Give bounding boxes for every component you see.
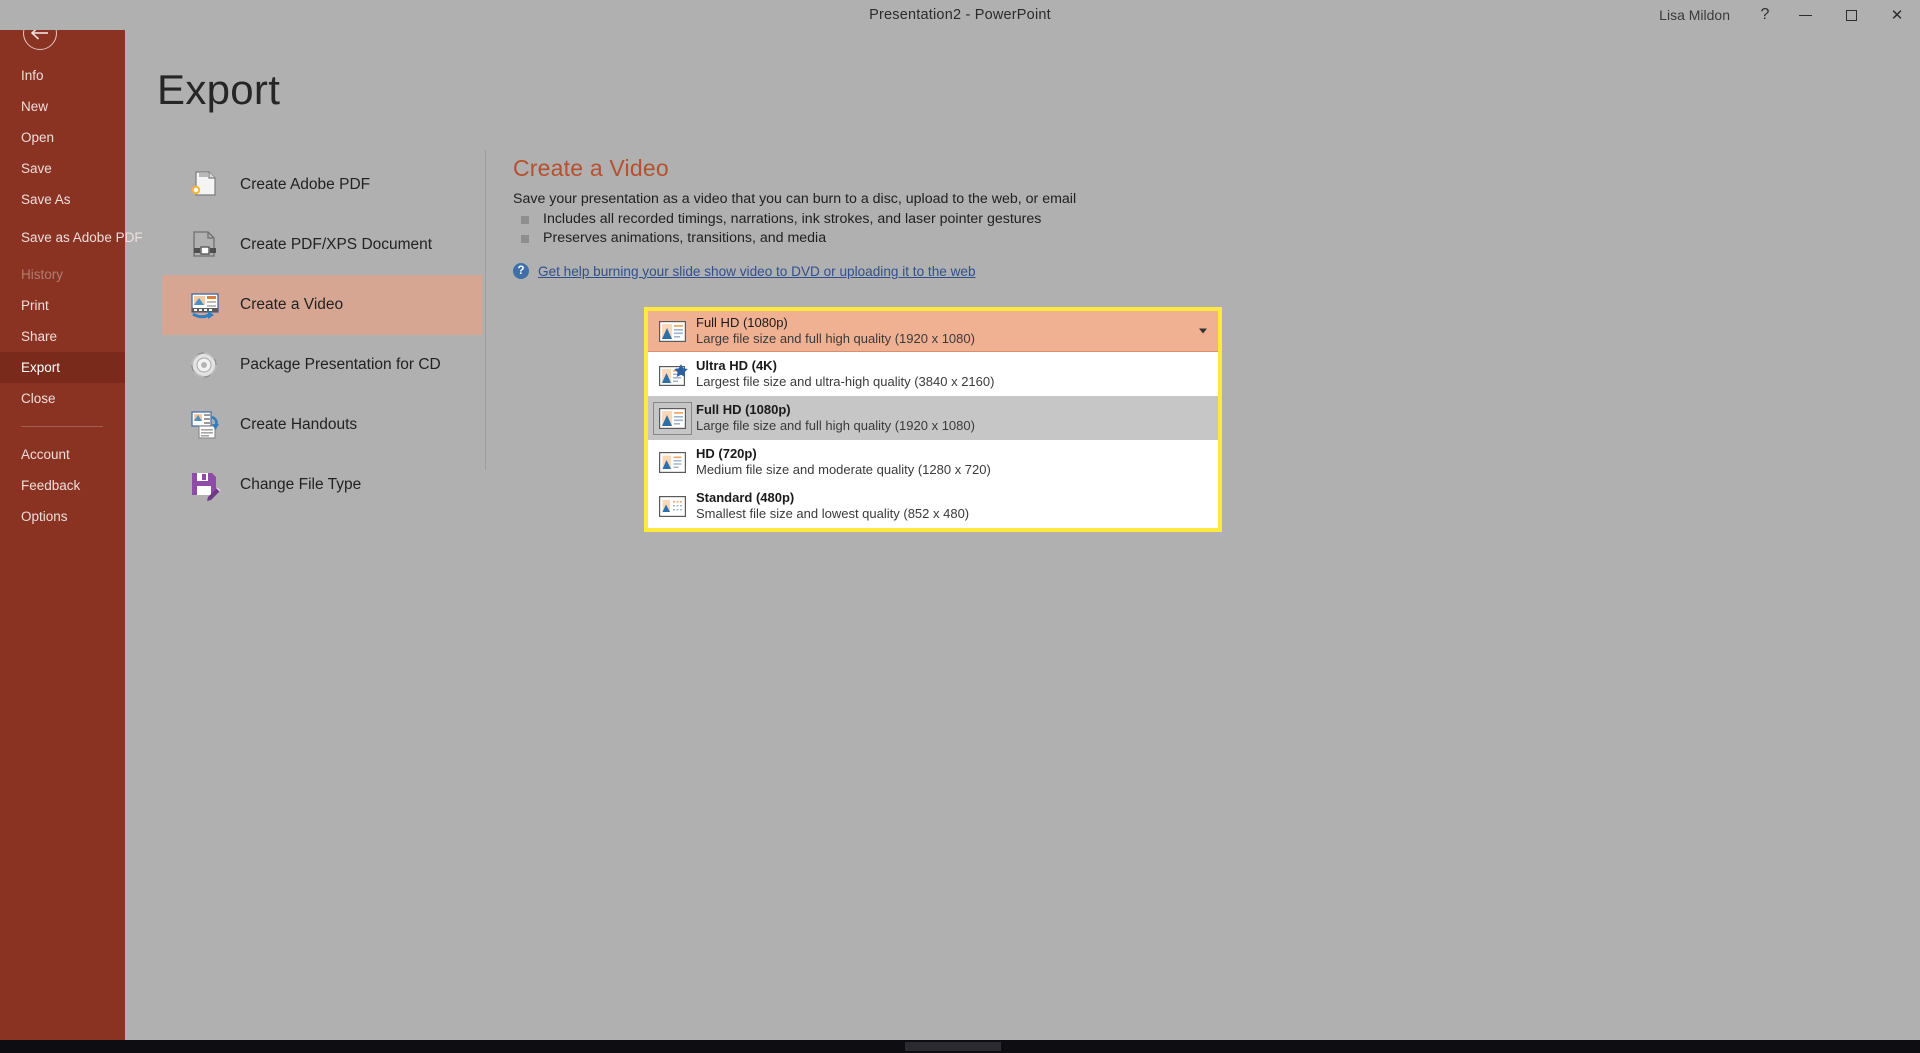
selected-option-desc: Large file size and full high quality (1… xyxy=(696,331,975,346)
sidebar-item-open[interactable]: Open xyxy=(0,122,125,153)
minimize-icon[interactable] xyxy=(1782,0,1828,30)
sidebar-item-save-as[interactable]: Save As xyxy=(0,184,125,215)
column-divider xyxy=(485,150,486,470)
video-quality-dropdown[interactable]: Full HD (1080p) Large file size and full… xyxy=(644,307,1222,532)
sidebar-item-print[interactable]: Print xyxy=(0,290,125,321)
export-command-label: Package Presentation for CD xyxy=(240,356,441,373)
dropdown-option-desc: Large file size and full high quality (1… xyxy=(696,418,975,433)
export-command-list: Create Adobe PDF Create PDF/XPS Document xyxy=(162,155,482,515)
sidebar-item-export[interactable]: Export xyxy=(0,352,125,383)
slide-icon xyxy=(658,451,686,473)
title-bar: Presentation2 - PowerPoint Lisa Mildon ?… xyxy=(0,0,1920,30)
handouts-icon xyxy=(188,409,222,441)
pane-bullet: Preserves animations, transitions, and m… xyxy=(521,230,1513,246)
pane-description: Save your presentation as a video that y… xyxy=(513,191,1077,207)
sidebar-item-save[interactable]: Save xyxy=(0,153,125,184)
dropdown-option-title: Full HD (1080p) xyxy=(696,402,791,417)
window-title: Presentation2 - PowerPoint xyxy=(869,7,1051,23)
sidebar-item-share[interactable]: Share xyxy=(0,321,125,352)
export-command-label: Create Adobe PDF xyxy=(240,176,371,193)
slide-icon-cell xyxy=(648,440,696,484)
question-mark-icon: ? xyxy=(513,263,529,279)
help-icon[interactable]: ? xyxy=(1748,0,1782,30)
sidebar-item-save-as-adobe-pdf-label: Save as Adobe PDF xyxy=(21,229,143,245)
dropdown-option-desc: Largest file size and ultra-high quality… xyxy=(696,374,995,389)
export-command-change-file-type[interactable]: Change File Type xyxy=(162,455,482,515)
dropdown-option-hd-720p[interactable]: HD (720p) Medium file size and moderate … xyxy=(648,440,1218,484)
dropdown-option-text: Standard (480p) Smallest file size and l… xyxy=(696,490,1218,522)
export-command-create-a-video[interactable]: Create a Video xyxy=(162,275,482,335)
slide-icon-cell xyxy=(648,484,696,528)
page-title: Export xyxy=(157,66,281,113)
backstage-sidebar: Info New Open Save Save As Save as Adobe… xyxy=(0,0,143,1040)
sidebar-item-close[interactable]: Close xyxy=(0,383,125,414)
backstage-nav-list: Info New Open Save Save As Save as Adobe… xyxy=(0,60,143,532)
dropdown-option-text: Ultra HD (4K) Largest file size and ultr… xyxy=(696,358,1218,390)
file-type-icon xyxy=(188,469,222,501)
selected-option-text: Full HD (1080p) Large file size and full… xyxy=(696,315,1218,347)
powerpoint-backstage-window: Presentation2 - PowerPoint Lisa Mildon ?… xyxy=(0,0,1920,1053)
video-quality-option-list: Ultra HD (4K) Largest file size and ultr… xyxy=(648,352,1218,528)
sidebar-divider xyxy=(21,426,103,427)
pane-bullet: Includes all recorded timings, narration… xyxy=(521,211,1513,227)
sidebar-item-feedback[interactable]: Feedback xyxy=(0,470,125,501)
adobe-pdf-icon xyxy=(188,169,222,201)
restore-icon[interactable] xyxy=(1828,0,1874,30)
sidebar-item-info[interactable]: Info xyxy=(0,60,125,91)
create-video-pane: Create a Video Save your presentation as… xyxy=(513,155,1513,279)
export-command-label: Create a Video xyxy=(240,296,344,313)
slide-icon-cell-selected xyxy=(648,396,696,440)
slide-star-icon xyxy=(658,363,688,386)
export-command-label: Change File Type xyxy=(240,476,362,493)
dropdown-option-full-hd-1080p[interactable]: Full HD (1080p) Large file size and full… xyxy=(648,396,1218,440)
dropdown-option-standard-480p[interactable]: Standard (480p) Smallest file size and l… xyxy=(648,484,1218,528)
slide-icon xyxy=(652,401,692,435)
dropdown-option-title: HD (720p) xyxy=(696,446,757,461)
video-icon xyxy=(188,289,222,321)
window-controls: Lisa Mildon ? ✕ xyxy=(1659,0,1920,30)
export-command-create-handouts[interactable]: Create Handouts xyxy=(162,395,482,455)
dropdown-option-text: Full HD (1080p) Large file size and full… xyxy=(696,402,1218,434)
pane-title: Create a Video xyxy=(513,155,669,181)
dropdown-option-desc: Smallest file size and lowest quality (8… xyxy=(696,506,970,521)
dropdown-option-desc: Medium file size and moderate quality (1… xyxy=(696,462,991,477)
selected-option-title: Full HD (1080p) xyxy=(696,315,788,330)
help-link[interactable]: Get help burning your slide show video t… xyxy=(538,264,976,279)
dropdown-option-text: HD (720p) Medium file size and moderate … xyxy=(696,446,1218,478)
account-user-name[interactable]: Lisa Mildon xyxy=(1659,7,1730,23)
sidebar-item-options[interactable]: Options xyxy=(0,501,125,532)
export-command-package-presentation-for-cd[interactable]: Package Presentation for CD xyxy=(162,335,482,395)
sidebar-item-history: History xyxy=(21,267,64,282)
sidebar-item-new[interactable]: New xyxy=(0,91,125,122)
export-command-create-adobe-pdf[interactable]: Create Adobe PDF xyxy=(162,155,482,215)
cd-disc-icon xyxy=(188,349,222,381)
help-link-row: ? Get help burning your slide show video… xyxy=(513,263,1513,279)
dropdown-option-title: Standard (480p) xyxy=(696,490,795,505)
dropdown-option-title: Ultra HD (4K) xyxy=(696,358,777,373)
sidebar-item-account[interactable]: Account xyxy=(0,439,125,470)
video-quality-dropdown-selected[interactable]: Full HD (1080p) Large file size and full… xyxy=(648,311,1218,352)
bottom-strip-tab xyxy=(905,1042,1001,1051)
pane-bullet-text: Includes all recorded timings, narration… xyxy=(543,211,1042,227)
bottom-strip xyxy=(0,1040,1920,1053)
slide-icon-cell xyxy=(648,352,696,396)
export-command-create-pdf-xps[interactable]: Create PDF/XPS Document xyxy=(162,215,482,275)
chevron-down-icon[interactable] xyxy=(1199,328,1207,334)
export-command-label: Create PDF/XPS Document xyxy=(240,236,433,253)
export-command-label: Create Handouts xyxy=(240,416,358,433)
slide-dotted-icon xyxy=(658,495,686,517)
backstage-body: Export Create Adobe PDF Create PDF/XPS D… xyxy=(125,30,1920,1040)
slide-icon xyxy=(658,320,686,342)
close-icon[interactable]: ✕ xyxy=(1874,0,1920,30)
pane-bullet-text: Preserves animations, transitions, and m… xyxy=(543,230,827,246)
slide-icon-cell xyxy=(648,311,696,351)
sidebar-item-save-as-adobe-pdf[interactable]: Save as Adobe PDF xyxy=(0,215,143,259)
bullet-square-icon xyxy=(521,216,529,224)
dropdown-option-ultra-hd-4k[interactable]: Ultra HD (4K) Largest file size and ultr… xyxy=(648,352,1218,396)
bullet-square-icon xyxy=(521,235,529,243)
pdf-xps-icon xyxy=(188,229,222,261)
